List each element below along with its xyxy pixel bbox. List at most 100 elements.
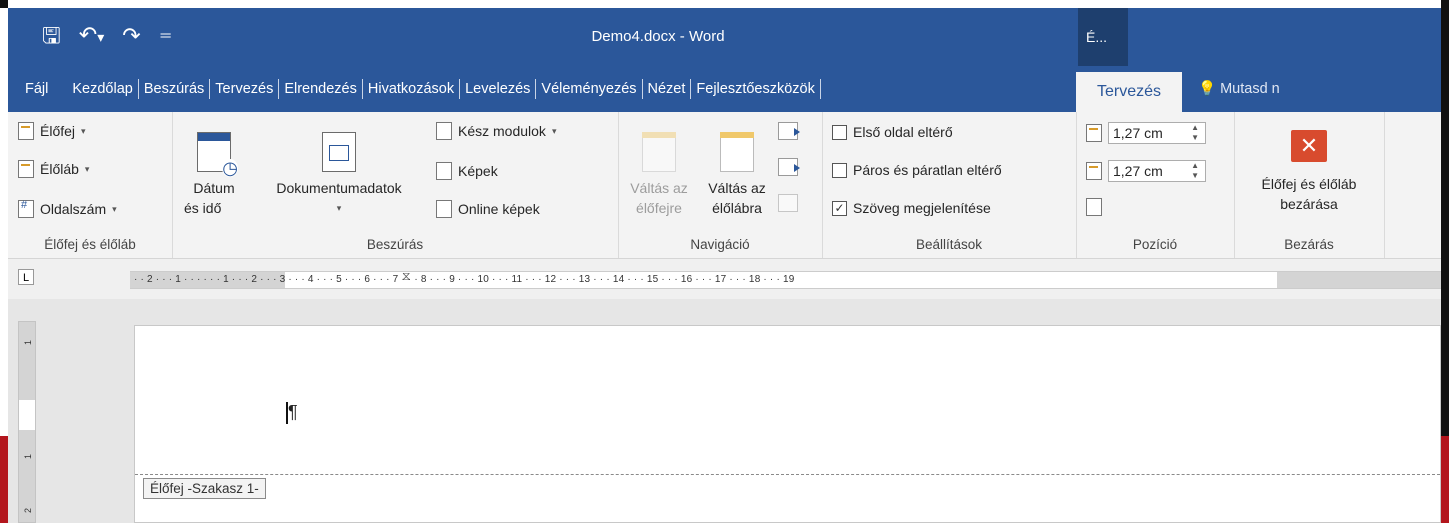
vertical-ruler[interactable]: 1 1 2 — [18, 321, 36, 523]
group-close: ✕ Élőfej és élőláb bezárása Bezárás — [1234, 112, 1385, 258]
different-odd-even-label: Páros és páratlan eltérő — [853, 162, 1002, 178]
header-position-row: 1,27 cm ▲ ▼ — [1086, 122, 1206, 144]
group-label: Pozíció — [1132, 237, 1178, 252]
page-number-label: Oldalszám — [40, 201, 107, 217]
checkbox-checked-icon: ✓ — [832, 200, 847, 216]
pictures-button[interactable]: Képek — [436, 162, 498, 180]
different-first-page-label: Első oldal eltérő — [853, 124, 953, 140]
next-section-icon[interactable] — [778, 158, 800, 176]
group-navigation: Váltás az élőfejre Váltás az élőlábra Na… — [618, 112, 823, 258]
close-icon: ✕ — [1291, 130, 1327, 162]
calendar-icon — [197, 132, 238, 177]
group-label: Bezárás — [1284, 237, 1334, 252]
group-options: Első oldal eltérő Páros és páratlan elté… — [822, 112, 1077, 258]
header-label: Élőfej — [40, 123, 76, 139]
goto-footer-label-1: Váltás az — [708, 180, 766, 196]
insert-alignment-tab-button[interactable] — [1086, 198, 1102, 216]
group-label: Navigáció — [690, 237, 750, 252]
chevron-down-icon: ▾ — [336, 203, 342, 213]
page-number-button[interactable]: Oldalszám ▾ — [18, 199, 117, 218]
group-position: 1,27 cm ▲ ▼ 1,27 cm ▲ ▼ Pozíció — [1076, 112, 1235, 258]
group-label: Beállítások — [915, 237, 983, 252]
link-to-previous-icon[interactable] — [778, 194, 798, 212]
header-boundary — [135, 474, 1440, 475]
close-header-footer-button[interactable]: ✕ Élőfej és élőláb bezárása — [1234, 130, 1384, 214]
online-picture-icon — [436, 200, 452, 218]
tab-insert[interactable]: Beszúrás — [139, 79, 211, 99]
lightbulb-icon: 💡 — [1198, 81, 1217, 97]
document-area: 1 1 2 ¶ Élőfej -Szakasz 1- — [8, 299, 1441, 523]
goto-header-label-1: Váltás az — [630, 180, 688, 196]
close-label-2: bezárása — [1280, 196, 1338, 212]
tab-view[interactable]: Nézet — [643, 79, 692, 99]
tab-layout[interactable]: Elrendezés — [279, 79, 363, 99]
date-time-button[interactable]: Dátum és idő — [184, 132, 244, 218]
tab-file[interactable]: Fájl — [20, 79, 53, 99]
show-document-text-label: Szöveg megjelenítése — [853, 200, 991, 216]
goto-header-icon — [642, 132, 676, 172]
group-insert: Dátum és idő Dokumentumadatok ▾ Kész mod… — [172, 112, 619, 258]
tell-me-box[interactable]: 💡 Mutasd n — [1198, 66, 1280, 112]
online-pictures-button[interactable]: Online képek — [436, 200, 540, 218]
spinner-icon[interactable]: ▲ ▼ — [1191, 161, 1199, 181]
goto-header-label-2: élőfejre — [636, 200, 682, 216]
footer-label: Élőláb — [40, 161, 79, 177]
ribbon: Élőfej ▾ Élőláb ▾ Oldalszám ▾ Élőfej és … — [8, 112, 1441, 259]
tab-references[interactable]: Hivatkozások — [363, 79, 461, 99]
window-corner — [0, 0, 8, 8]
different-first-page-checkbox[interactable]: Első oldal eltérő — [832, 124, 953, 140]
header-from-top-input[interactable]: 1,27 cm ▲ ▼ — [1108, 122, 1206, 144]
ribbon-tabs: Fájl Kezdőlap Beszúrás Tervezés Elrendez… — [8, 66, 1441, 112]
header-button[interactable]: Élőfej ▾ — [18, 122, 86, 140]
tab-selector[interactable]: L — [18, 269, 34, 285]
header-icon — [18, 122, 34, 140]
tab-mailings[interactable]: Levelezés — [460, 79, 537, 99]
ruler-margin-right — [1277, 272, 1441, 288]
spinner-icon[interactable]: ▲ ▼ — [1191, 123, 1199, 143]
vruler-number: 2 — [23, 508, 33, 514]
goto-footer-button[interactable]: Váltás az élőlábra — [700, 132, 774, 218]
goto-header-button[interactable]: Váltás az élőfejre — [622, 132, 696, 218]
footer-icon — [18, 160, 34, 178]
document-info-icon — [322, 132, 356, 172]
group-label: Élőfej és élőláb — [44, 237, 136, 252]
chevron-down-icon: ▾ — [112, 203, 117, 214]
show-document-text-checkbox[interactable]: ✓ Szöveg megjelenítése — [832, 200, 991, 216]
footer-button[interactable]: Élőláb ▾ — [18, 160, 89, 178]
pictures-label: Képek — [458, 163, 498, 179]
indent-marker-icon[interactable]: ⧖ — [402, 269, 410, 284]
tab-developer[interactable]: Fejlesztőeszközök — [691, 79, 821, 99]
header-from-top-value: 1,27 cm — [1113, 125, 1163, 141]
vruler-light — [19, 400, 35, 430]
document-page[interactable]: ¶ Élőfej -Szakasz 1- — [134, 325, 1441, 523]
checkbox-icon — [832, 124, 847, 140]
horizontal-ruler-bar: L · · 2 · · · 1 · · · · · · 1 · · · 2 · … — [8, 259, 1441, 299]
date-time-label-1: Dátum — [193, 180, 235, 196]
tab-home[interactable]: Kezdőlap — [67, 79, 139, 99]
different-odd-even-checkbox[interactable]: Páros és páratlan eltérő — [832, 162, 1002, 178]
group-header-footer: Élőfej ▾ Élőláb ▾ Oldalszám ▾ Élőfej és … — [8, 112, 173, 258]
tab-design[interactable]: Tervezés — [210, 79, 280, 99]
goto-footer-icon — [720, 132, 754, 172]
quick-parts-button[interactable]: Kész modulok ▾ — [436, 122, 556, 140]
checkbox-icon — [832, 162, 847, 178]
paragraph-mark: ¶ — [288, 402, 298, 422]
window-edge — [1441, 0, 1449, 436]
footer-from-bottom-input[interactable]: 1,27 cm ▲ ▼ — [1108, 160, 1206, 182]
header-section-tag: Élőfej -Szakasz 1- — [143, 478, 266, 499]
chevron-down-icon: ▾ — [551, 125, 557, 136]
page-number-icon — [18, 199, 34, 218]
close-label-1: Élőfej és élőláb — [1261, 176, 1357, 192]
document-info-button[interactable]: Dokumentumadatok ▾ — [250, 132, 428, 218]
footer-from-bottom-icon — [1086, 162, 1102, 180]
tab-header-footer-design[interactable]: Tervezés — [1076, 72, 1182, 112]
horizontal-ruler[interactable]: · · 2 · · · 1 · · · · · · 1 · · · 2 · · … — [130, 269, 1441, 289]
word-window: 🖫 ↶▾ ↷ ＝ Demo4.docx - Word É... Fájl Kez… — [0, 0, 1449, 523]
title-bar: 🖫 ↶▾ ↷ ＝ Demo4.docx - Word É... — [8, 8, 1441, 66]
footer-position-row: 1,27 cm ▲ ▼ — [1086, 160, 1206, 182]
online-pictures-label: Online képek — [458, 201, 540, 217]
picture-icon — [436, 162, 452, 180]
previous-section-icon[interactable] — [778, 122, 800, 140]
tab-review[interactable]: Véleményezés — [536, 79, 643, 99]
quick-parts-icon — [436, 122, 452, 140]
